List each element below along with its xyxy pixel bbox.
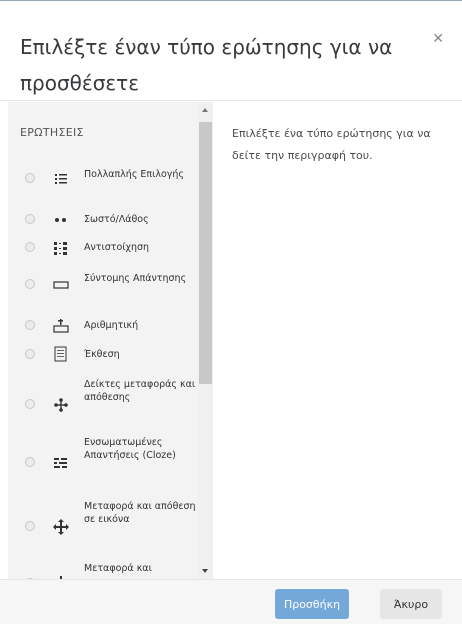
- cloze-icon: [54, 458, 67, 468]
- question-type-dialog: Επιλέξτε έναν τύπο ερώτησης για να προσθ…: [0, 0, 462, 624]
- numerical-icon: [53, 319, 69, 333]
- question-type-label: Δείκτες μεταφοράς και απόθεσης: [84, 379, 196, 403]
- scroll-down-icon[interactable]: [202, 569, 208, 573]
- essay-icon: [54, 346, 67, 362]
- description-text: Επιλέξτε ένα τύπο ερώτησης για να δείτε …: [232, 127, 431, 162]
- question-type-drag-drop-markers[interactable]: Δείκτες μεταφοράς και απόθεσης: [8, 377, 198, 425]
- question-type-label: Ενσωματωμένες Απαντήσεις (Cloze): [84, 437, 176, 461]
- radio-cloze[interactable]: [25, 457, 35, 467]
- question-type-essay[interactable]: Έκθεση: [8, 344, 198, 364]
- question-type-label: Πολλαπλής Επιλογής: [84, 169, 185, 180]
- question-type-label: Μεταφορά και απόθεση σε εικόνα: [84, 501, 196, 525]
- question-type-true-false[interactable]: Σωστό/Λάθος: [8, 209, 198, 229]
- radio-numerical[interactable]: [25, 320, 35, 330]
- radio-drag-drop-markers[interactable]: [25, 399, 35, 409]
- question-type-drag-drop-text[interactable]: Μεταφορά και: [8, 561, 198, 579]
- cancel-button[interactable]: Άκυρο: [380, 589, 442, 619]
- question-type-cloze[interactable]: Ενσωματωμένες Απαντήσεις (Cloze): [8, 435, 198, 483]
- question-type-label: Αντιστοίχηση: [84, 242, 150, 253]
- question-type-label: Μεταφορά και: [84, 563, 152, 574]
- question-type-multiple-choice[interactable]: Πολλαπλής Επιλογής: [8, 162, 198, 204]
- short-answer-icon: [53, 281, 69, 289]
- radio-drag-drop-image[interactable]: [25, 521, 35, 531]
- radio-essay[interactable]: [25, 349, 35, 359]
- radio-true-false[interactable]: [25, 214, 35, 224]
- dialog-footer: Προσθήκη Άκυρο: [0, 579, 462, 624]
- radio-multiple-choice[interactable]: [25, 173, 35, 183]
- drag-drop-image-icon: [53, 519, 69, 535]
- question-type-label: Έκθεση: [84, 349, 120, 360]
- close-icon[interactable]: ✕: [432, 31, 444, 47]
- list-scrollbar[interactable]: [198, 102, 213, 579]
- dialog-title: Επιλέξτε έναν τύπο ερώτησης για να προσθ…: [20, 35, 393, 95]
- question-type-matching[interactable]: Αντιστοίχηση: [8, 237, 198, 257]
- question-type-label: Σωστό/Λάθος: [84, 214, 149, 225]
- question-type-short-answer[interactable]: Σύντομης Απάντησης: [8, 265, 198, 307]
- drag-drop-markers-icon: [54, 398, 68, 412]
- dialog-header: Επιλέξτε έναν τύπο ερώτησης για να προσθ…: [0, 1, 462, 101]
- question-types-panel: ΕΡΩΤΗΣΕΙΣ Πολλαπλής Επιλογής Σωστό/Λάθος: [8, 102, 213, 579]
- add-button[interactable]: Προσθήκη: [275, 589, 349, 619]
- scroll-up-icon[interactable]: [202, 108, 208, 112]
- question-type-numerical[interactable]: Αριθμητική: [8, 315, 198, 335]
- radio-short-answer[interactable]: [25, 279, 35, 289]
- radio-matching[interactable]: [25, 242, 35, 252]
- section-title: ΕΡΩΤΗΣΕΙΣ: [20, 126, 84, 139]
- scrollbar-thumb[interactable]: [199, 122, 212, 384]
- question-type-drag-drop-image[interactable]: Μεταφορά και απόθεση σε εικόνα: [8, 499, 198, 547]
- matching-icon: [54, 242, 67, 255]
- true-false-icon: [55, 218, 66, 222]
- question-type-label: Σύντομης Απάντησης: [84, 273, 187, 284]
- multiple-choice-icon: [55, 174, 67, 184]
- question-type-label: Αριθμητική: [84, 320, 139, 331]
